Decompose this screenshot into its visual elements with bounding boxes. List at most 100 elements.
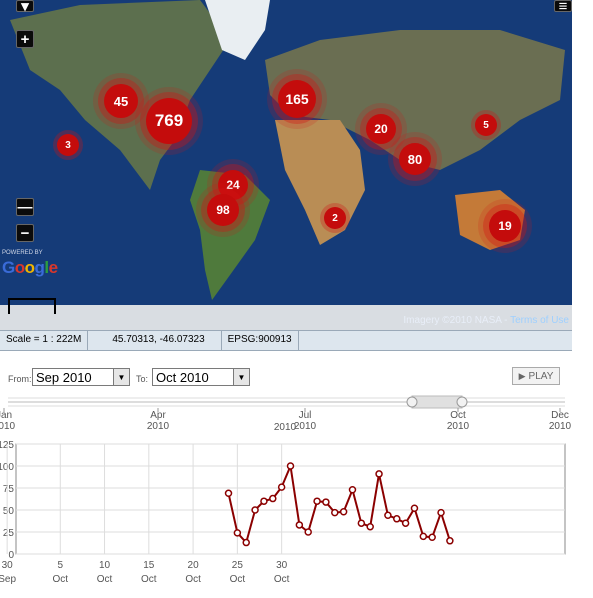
pan-up-button[interactable]: ▾ <box>16 0 34 15</box>
data-point[interactable] <box>419 532 428 541</box>
from-select[interactable]: Sep 2010 ▼ <box>32 368 130 386</box>
scale-line <box>8 298 56 314</box>
timeline-month-label: Apr <box>150 410 166 421</box>
timeline-month-label: Oct <box>450 410 466 421</box>
y-tick-label: 25 <box>3 528 15 539</box>
layer-switcher-icon[interactable]: ≡ <box>554 0 572 15</box>
selected-range <box>411 395 463 409</box>
data-point[interactable] <box>251 506 259 514</box>
data-point[interactable] <box>295 521 304 529</box>
data-point[interactable] <box>357 519 366 527</box>
cluster-2[interactable]: 2 <box>324 207 346 229</box>
cluster-98[interactable]: 98 <box>207 194 239 226</box>
zoom-slider-handle[interactable]: — <box>16 198 34 216</box>
cluster-19[interactable]: 19 <box>489 210 521 242</box>
play-icon: ▶ <box>518 370 526 381</box>
terms-of-use-link[interactable]: Terms of Use <box>510 315 569 326</box>
data-point[interactable] <box>339 508 348 516</box>
powered-by-label: POWERED BY <box>2 250 43 256</box>
cluster-5[interactable]: 5 <box>475 114 497 136</box>
timeline-year-label: 2010 <box>447 421 470 432</box>
cluster-3[interactable]: 3 <box>57 134 79 156</box>
timeline-month-label: Dec <box>551 410 569 421</box>
data-point[interactable] <box>393 515 401 523</box>
x-tick-day-label: 5 <box>57 560 63 571</box>
data-point[interactable] <box>242 538 250 547</box>
map-view[interactable]: ▾ + — − ≡ 45 769 3 165 20 5 80 24 98 2 1… <box>0 0 572 330</box>
coordinates-readout: 45.70313, -46.07323 <box>88 331 222 350</box>
data-point[interactable] <box>233 529 242 537</box>
x-tick-day-label: 15 <box>143 560 155 571</box>
x-tick-day-label: 30 <box>276 560 288 571</box>
to-label: To: <box>136 374 149 384</box>
to-select[interactable]: Oct 2010 ▼ <box>152 368 250 386</box>
data-point[interactable] <box>384 511 392 520</box>
events-chart: 02550751001255Sep10Sep15Sep20Sep25Sep30S… <box>0 438 593 593</box>
data-point[interactable] <box>401 519 410 527</box>
cluster-165[interactable]: 165 <box>278 80 316 118</box>
x-tick-day-label: 10 <box>99 560 111 571</box>
x-tick-month-label: Oct <box>274 574 290 585</box>
chart-plot-area <box>15 443 566 555</box>
play-label: PLAY <box>528 370 554 382</box>
x-tick-month-label: Oct <box>230 574 246 585</box>
cluster-45[interactable]: 45 <box>104 84 138 118</box>
data-point[interactable] <box>260 497 268 505</box>
timeline-year-label: 2010 <box>147 421 170 432</box>
to-select-value: Oct 2010 <box>156 370 209 385</box>
data-point[interactable] <box>446 537 454 545</box>
data-point[interactable] <box>313 497 321 505</box>
timeline-track: Jan2010Apr2010Jul2010Oct2010Dec20102010 <box>0 395 572 433</box>
data-point[interactable] <box>224 489 233 498</box>
from-label: From: <box>8 374 32 384</box>
range-start-handle[interactable] <box>406 396 418 408</box>
world-map-imagery <box>0 0 572 330</box>
scale-readout: Scale = 1 : 222M <box>0 331 89 350</box>
cluster-769[interactable]: 769 <box>146 98 192 144</box>
chevron-down-icon: ▼ <box>233 369 249 385</box>
timeline-year-label: 2010 <box>294 421 317 432</box>
x-tick-month-label: Oct <box>52 574 68 585</box>
from-select-value: Sep 2010 <box>36 370 92 385</box>
projection-readout: EPSG:900913 <box>222 331 299 350</box>
data-point[interactable] <box>304 528 312 536</box>
data-point[interactable] <box>437 508 445 517</box>
chevron-down-icon: ▼ <box>113 369 129 385</box>
data-point[interactable] <box>375 470 383 478</box>
date-range-controls: From: Sep 2010 ▼ To: Oct 2010 ▼ ▶ PLAY <box>0 365 593 393</box>
timeline-center-year-label: 2010 <box>274 422 297 433</box>
x-tick-day-label: 20 <box>188 560 200 571</box>
x-tick-month-label: Oct <box>185 574 201 585</box>
timeline-slider[interactable]: Jan2010Apr2010Jul2010Oct2010Dec20102010 <box>0 394 593 434</box>
x-tick-month-label: Oct <box>97 574 113 585</box>
range-end-handle[interactable] <box>456 396 468 408</box>
data-point[interactable] <box>331 508 339 517</box>
x-tick-day-label: 25 <box>232 560 244 571</box>
timeline-year-label: 2010 <box>0 421 16 432</box>
timeline-month-label: Jul <box>299 410 312 421</box>
google-logo[interactable]: Google <box>2 258 58 278</box>
cluster-20[interactable]: 20 <box>366 114 396 144</box>
y-tick-label: 50 <box>3 506 15 517</box>
data-point[interactable] <box>428 533 436 542</box>
data-point[interactable] <box>277 483 286 491</box>
y-tick-label: 75 <box>3 484 15 495</box>
zoom-in-button[interactable]: + <box>16 30 34 48</box>
map-attribution: Imagery ©2010 NASA - Terms of Use <box>403 315 569 326</box>
data-point[interactable] <box>348 486 357 494</box>
cluster-80[interactable]: 80 <box>399 143 431 175</box>
timeline-year-label: 2010 <box>549 421 572 432</box>
map-status-bar: Scale = 1 : 222M 45.70313, -46.07323 EPS… <box>0 330 572 351</box>
play-button[interactable]: ▶ PLAY <box>512 367 560 385</box>
data-point[interactable] <box>366 522 374 531</box>
data-point[interactable] <box>322 498 330 506</box>
data-point[interactable] <box>269 494 277 503</box>
timeline-month-label: Jan <box>0 410 12 421</box>
events-line-chart: 02550751001255Sep10Sep15Sep20Sep25Sep30S… <box>0 440 566 585</box>
x-tick-month-label: Sep <box>0 574 16 585</box>
x-tick-month-label: Oct <box>141 574 157 585</box>
x-tick-day-label: 30 <box>2 560 14 571</box>
zoom-out-button[interactable]: − <box>16 224 34 242</box>
data-point[interactable] <box>410 504 419 512</box>
data-point[interactable] <box>286 462 295 470</box>
